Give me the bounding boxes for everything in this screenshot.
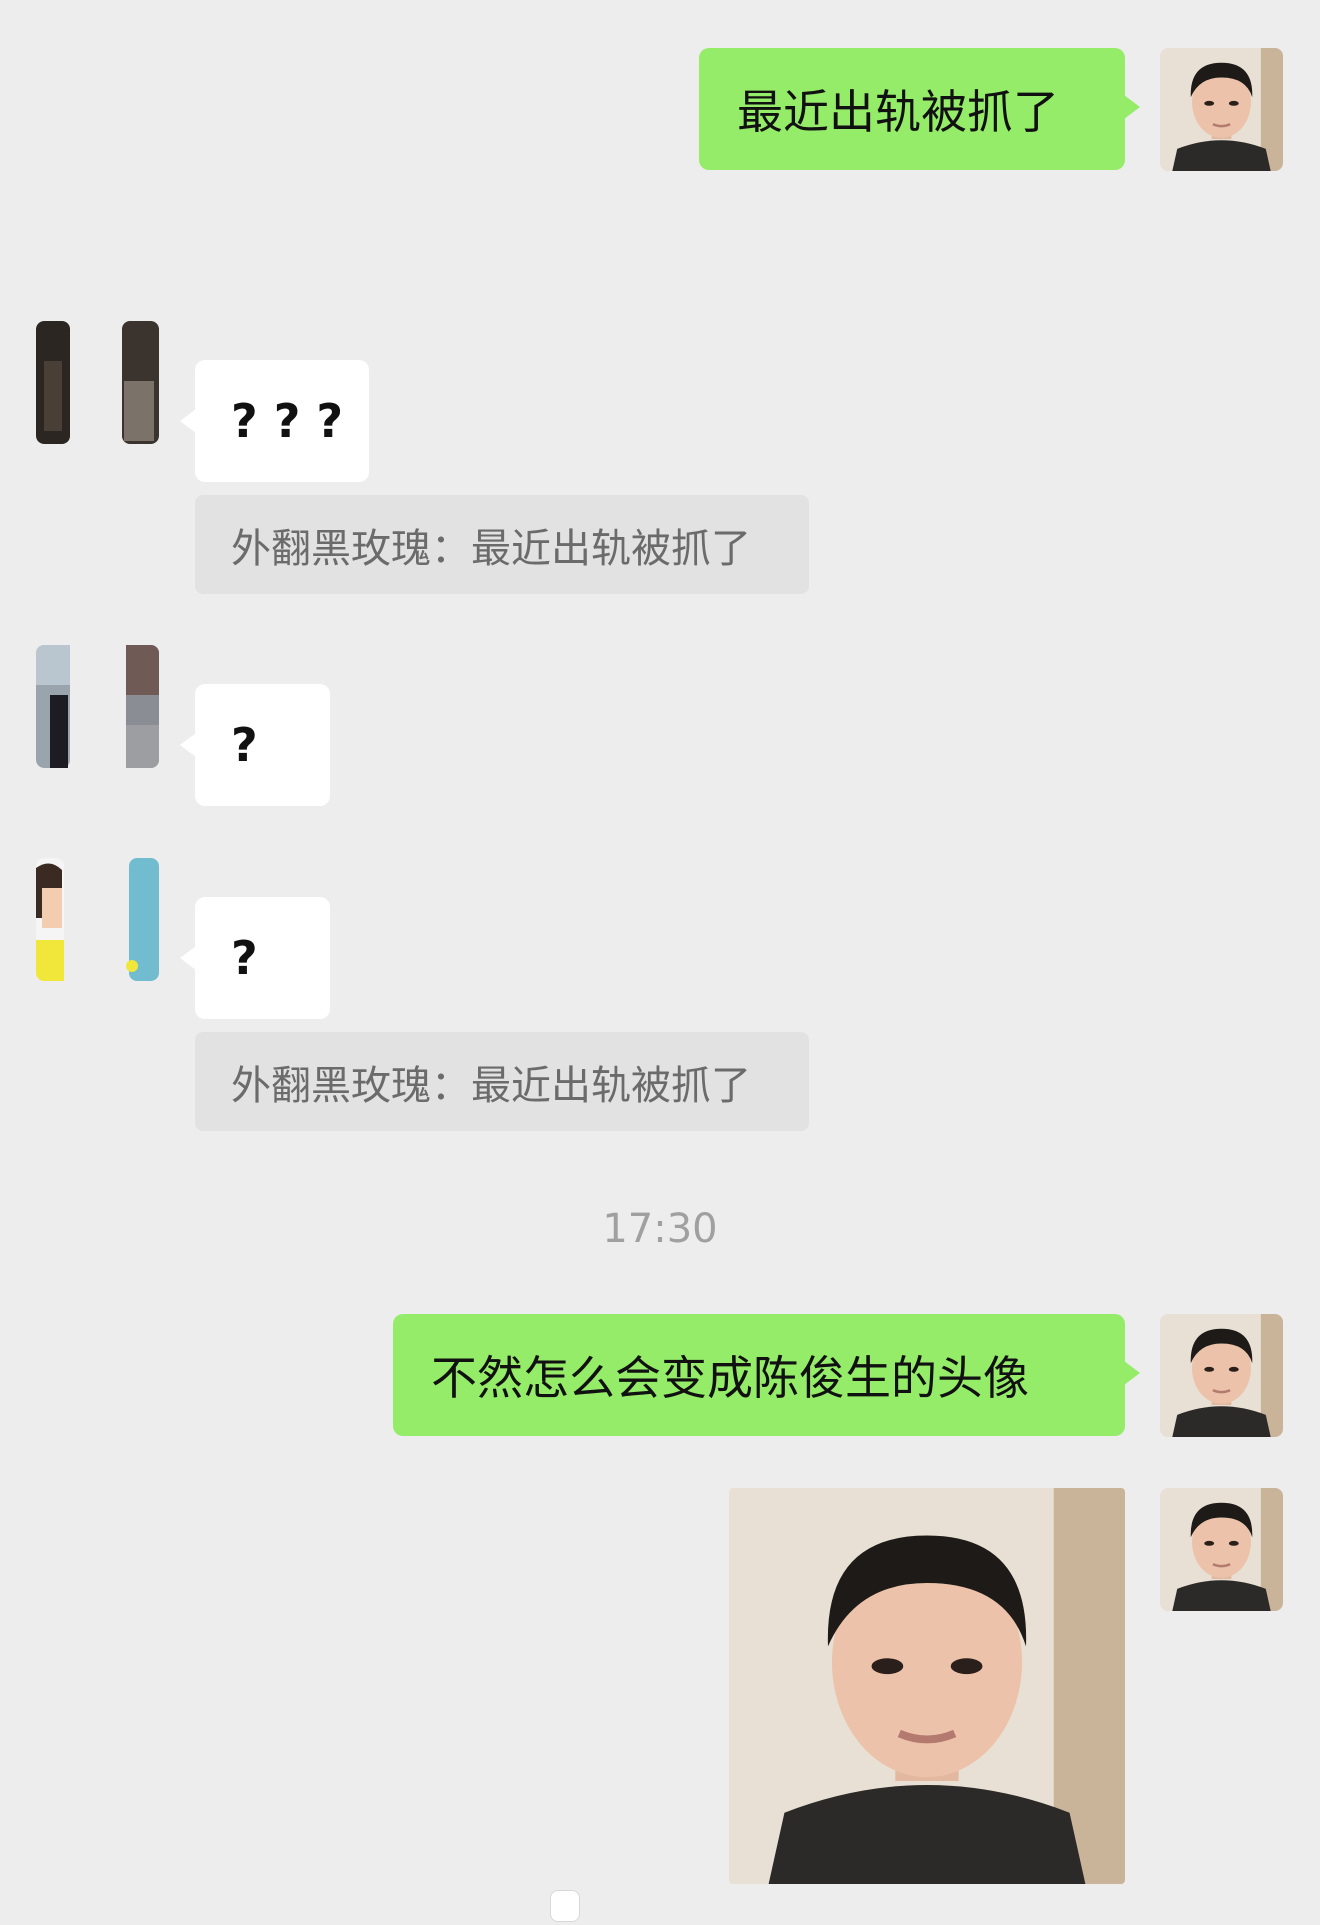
man-portrait-avatar[interactable] <box>1160 48 1283 171</box>
quote-separator: ： <box>431 525 471 572</box>
message-bubble-received[interactable]: ? <box>195 684 330 806</box>
message-bubble-sent[interactable]: 不然怎么会变成陈俊生的头像 <box>393 1314 1125 1436</box>
message-bubble-sent[interactable]: 最近出轨被抓了 <box>699 48 1125 170</box>
man-portrait-photo[interactable] <box>729 1488 1125 1884</box>
man-portrait-avatar[interactable] <box>1160 1488 1283 1611</box>
home-indicator <box>550 1890 580 1922</box>
cropped-dark-photo-avatar[interactable] <box>36 321 159 444</box>
message-bubble-received[interactable]: ? ? ? <box>195 360 369 482</box>
man-portrait-avatar[interactable] <box>1160 1314 1283 1437</box>
quote-text: 最近出轨被抓了 <box>471 1062 751 1109</box>
quoted-message[interactable]: 外翻黑玫瑰：最近出轨被抓了 <box>195 1032 809 1131</box>
quote-separator: ： <box>431 1062 471 1109</box>
message-text: ? <box>231 931 258 985</box>
quoted-message[interactable]: 外翻黑玫瑰：最近出轨被抓了 <box>195 495 809 594</box>
quote-author: 外翻黑玫瑰 <box>231 1062 431 1109</box>
message-text: ? ? ? <box>231 394 344 448</box>
message-text: ? <box>231 718 258 772</box>
timestamp-text: 17:30 <box>602 1206 718 1252</box>
message-text: 最近出轨被抓了 <box>737 85 1059 139</box>
chat-timestamp: 17:30 <box>0 1206 1320 1252</box>
message-bubble-received[interactable]: ? <box>195 897 330 1019</box>
message-text: 不然怎么会变成陈俊生的头像 <box>431 1351 1029 1405</box>
cropped-cartoon-avatar[interactable] <box>36 858 159 981</box>
quote-text: 最近出轨被抓了 <box>471 525 751 572</box>
quote-author: 外翻黑玫瑰 <box>231 525 431 572</box>
cropped-street-photo-avatar[interactable] <box>36 645 159 768</box>
